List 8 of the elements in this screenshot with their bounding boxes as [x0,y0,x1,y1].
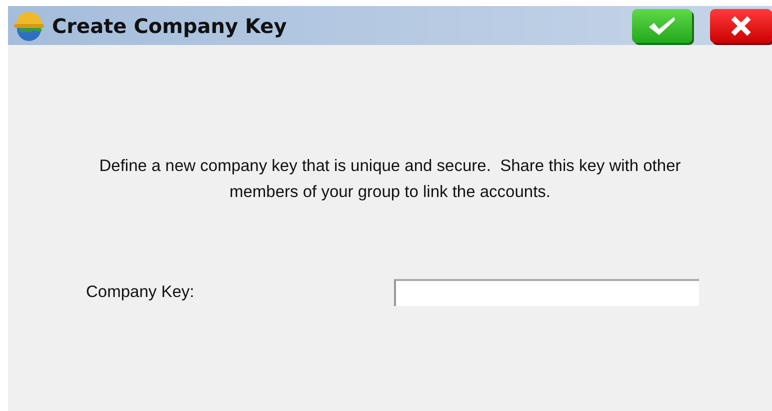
close-button[interactable] [710,8,772,42]
close-icon [730,14,752,36]
description-text: Define a new company key that is unique and secure. Share this key with other members of your group to link the accounts. [98,156,682,203]
window-title: Create Company Key [52,14,288,38]
ok-button[interactable] [632,8,692,42]
field-label: Company Key: [86,283,196,302]
input-field[interactable] [394,279,699,306]
checkmark-icon [647,14,677,36]
